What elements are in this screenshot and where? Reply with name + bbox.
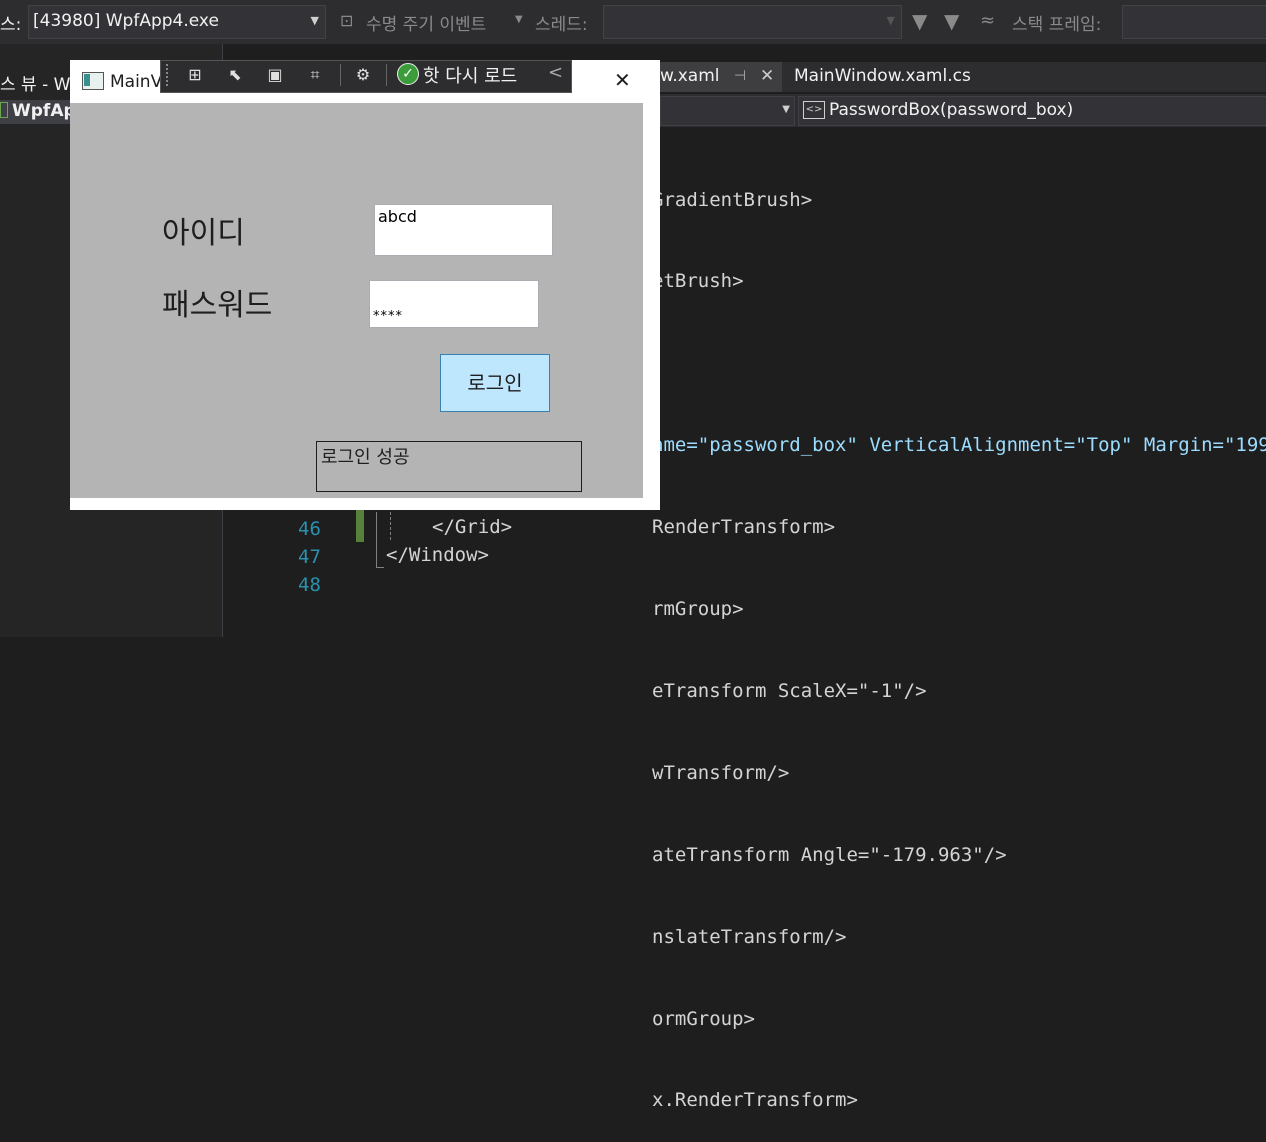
track-focused-element-icon[interactable]: ⌗ (302, 63, 328, 87)
chevron-down-icon: ▼ (310, 14, 319, 27)
tab-mainwindow-xaml-cs[interactable]: MainWindow.xaml.cs (794, 66, 971, 86)
code-line: GradientBrush> (652, 188, 813, 211)
id-value: abcd (378, 207, 417, 226)
code-line: ateTransform Angle="-179.963"/> (652, 843, 1007, 866)
tab-mainwindow-xaml[interactable]: w.xaml ⊣ ✕ (660, 62, 782, 92)
debug-toolbar: 스: [43980] WpfApp4.exe ▼ ⊡ 수명 주기 이벤트 ▼ 스… (0, 0, 1266, 44)
tab-label: w.xaml (660, 66, 720, 86)
filter-icon[interactable]: ▼ (912, 9, 927, 33)
line-number: 46 (298, 518, 321, 540)
thread-label: 스레드: (535, 15, 588, 35)
result-textbox: 로그인 성공 (316, 441, 582, 492)
project-item[interactable]: WpfAp (0, 100, 76, 124)
password-box[interactable]: **** (369, 280, 539, 328)
project-icon (0, 102, 8, 118)
indent-guide (390, 512, 392, 540)
collapse-toolbar-icon[interactable]: < (548, 62, 563, 83)
process-value: [43980] WpfApp4.exe (33, 11, 219, 31)
toolbar-separator (340, 64, 341, 86)
login-button[interactable]: 로그인 (440, 354, 550, 412)
drag-handle-icon[interactable] (166, 64, 172, 86)
outline-guide (376, 512, 377, 568)
id-textbox[interactable]: abcd (374, 204, 553, 256)
check-circle-icon: ✓ (397, 63, 419, 85)
client-edge (643, 103, 645, 498)
pin-icon[interactable]: ⊣ (734, 68, 746, 84)
window-title: MainV (110, 72, 163, 92)
code-line: etBrush> (652, 270, 744, 293)
member-dropdown[interactable]: <> PasswordBox(password_box) (798, 96, 1266, 126)
hot-reload-label[interactable]: 핫 다시 로드 (423, 62, 517, 88)
process-dropdown[interactable]: [43980] WpfApp4.exe ▼ (28, 5, 326, 39)
display-layout-adorners-icon[interactable]: ▣ (262, 63, 288, 87)
select-element-icon[interactable]: ⬉ (222, 63, 248, 87)
filter-toggle-icon[interactable]: ▼ (944, 9, 959, 33)
chevron-down-icon: ▼ (782, 104, 790, 115)
code-line: </Grid> (432, 516, 513, 538)
toolbar-separator (386, 64, 387, 86)
code-line: eTransform ScaleX="-1"/> (652, 679, 927, 702)
type-dropdown[interactable]: ▼ (660, 96, 795, 126)
close-icon[interactable]: ✕ (760, 66, 774, 86)
chevron-down-icon: ▼ (515, 14, 523, 25)
id-label: 아이디 (162, 216, 245, 251)
password-value: **** (373, 309, 403, 324)
stackframe-label: 스택 프레임: (1012, 15, 1102, 35)
window-client-area (70, 103, 645, 498)
result-text: 로그인 성공 (321, 447, 410, 468)
thread-dropdown[interactable]: ▼ (603, 5, 902, 39)
code-line: x.RenderTransform> (652, 1089, 858, 1112)
binding-failures-icon[interactable]: ⚙ (350, 63, 376, 87)
pane-title: 스 뷰 - W (0, 75, 71, 95)
line-number: 48 (298, 574, 321, 596)
code-line: rmGroup> (652, 598, 744, 621)
chevron-down-icon: ▼ (886, 14, 895, 27)
flag-threads-icon[interactable]: ≈ (980, 10, 995, 31)
code-line: RenderTransform> (652, 516, 836, 539)
code-line: nslateTransform/> (652, 925, 847, 948)
code-line: ame="password_box" VerticalAlignment="To… (652, 434, 1266, 457)
change-marker (356, 510, 364, 542)
code-line: </Window> (386, 544, 489, 566)
go-to-live-visual-tree-icon[interactable]: ⊞ (182, 63, 208, 87)
project-name: WpfAp (12, 101, 76, 121)
member-value: PasswordBox(password_box) (829, 100, 1074, 120)
element-icon: <> (803, 101, 825, 119)
outline-guide-end (376, 567, 384, 568)
code-line: ormGroup> (652, 1007, 755, 1030)
code-line: wTransform/> (652, 761, 790, 784)
line-number: 47 (298, 546, 321, 568)
lifecycle-events-button[interactable]: 수명 주기 이벤트 (366, 10, 486, 35)
window-icon (82, 72, 104, 90)
window-close-button[interactable]: ✕ (614, 68, 631, 92)
lifecycle-icon: ⊡ (340, 11, 354, 30)
process-label: 스: (0, 15, 22, 35)
password-label: 패스워드 (162, 288, 273, 323)
stackframe-dropdown[interactable] (1122, 5, 1266, 39)
